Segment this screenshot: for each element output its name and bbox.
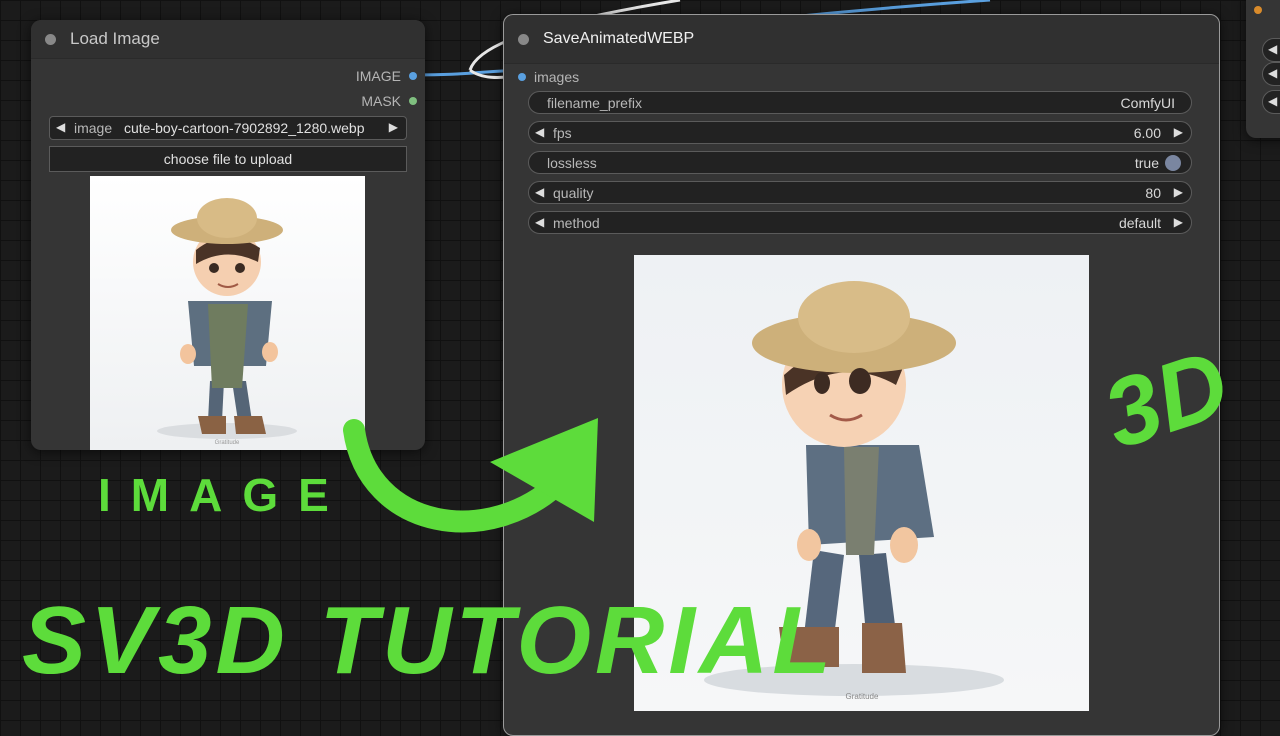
comfyui-canvas[interactable]: { "colors": { "accent_green": "#5ddc3b",… bbox=[0, 0, 1280, 736]
quality-label: quality bbox=[553, 185, 594, 201]
save-node-widgets: filename_prefix ComfyUI ◀ fps 6.00 ▶ los… bbox=[528, 91, 1192, 241]
method-widget[interactable]: ◀ method default ▶ bbox=[528, 211, 1192, 234]
preview-caption-large: Gratitude bbox=[846, 692, 879, 701]
image-output-label: IMAGE bbox=[355, 68, 401, 84]
load-image-node-header[interactable]: Load Image bbox=[31, 20, 425, 59]
fps-value: 6.00 bbox=[1133, 125, 1161, 141]
lossless-value: true bbox=[1134, 155, 1159, 171]
image-output-slot[interactable]: IMAGE bbox=[356, 68, 417, 84]
image-combo-value: cute-boy-cartoon-7902892_1280.webp bbox=[124, 120, 365, 136]
quality-widget[interactable]: ◀ quality 80 ▶ bbox=[528, 181, 1192, 204]
tutorial-title-overlay: SV3D TUTORIAL bbox=[22, 587, 835, 694]
load-image-preview: Gratitude bbox=[90, 176, 365, 450]
save-node-title: SaveAnimatedWEBP bbox=[543, 30, 695, 47]
fps-label: fps bbox=[553, 125, 572, 141]
offscreen-arrow-3-icon[interactable]: ◀ bbox=[1268, 94, 1277, 108]
save-node-collapse-dot[interactable] bbox=[518, 33, 529, 45]
method-next-arrow-icon[interactable]: ▶ bbox=[1174, 215, 1183, 229]
offscreen-node[interactable]: ◀ ◀ ◀ bbox=[1246, 0, 1280, 138]
fps-increase-arrow-icon[interactable]: ▶ bbox=[1174, 125, 1183, 139]
offscreen-widget-3[interactable]: ◀ bbox=[1262, 90, 1280, 114]
fps-decrease-arrow-icon[interactable]: ◀ bbox=[535, 125, 544, 139]
image-combo-label: image bbox=[74, 120, 113, 136]
image-overlay-label: IMAGE bbox=[98, 469, 349, 521]
upload-button-label: choose file to upload bbox=[163, 151, 293, 167]
offscreen-arrow-1-icon[interactable]: ◀ bbox=[1268, 42, 1277, 56]
images-input-label: images bbox=[534, 69, 580, 85]
save-node-header[interactable]: SaveAnimatedWEBP bbox=[504, 15, 1219, 64]
filename-prefix-label: filename_prefix bbox=[547, 95, 642, 111]
image-combo-widget[interactable]: ◀ image cute-boy-cartoon-7902892_1280.we… bbox=[49, 116, 407, 140]
offscreen-arrow-2-icon[interactable]: ◀ bbox=[1268, 66, 1277, 80]
filename-prefix-value: ComfyUI bbox=[1120, 95, 1175, 111]
node-collapse-dot[interactable] bbox=[45, 33, 56, 45]
green-arrow-icon bbox=[343, 418, 598, 533]
method-label: method bbox=[553, 215, 600, 231]
quality-decrease-arrow-icon[interactable]: ◀ bbox=[535, 185, 544, 199]
image-next-arrow-icon[interactable]: ▶ bbox=[389, 120, 398, 134]
fps-widget[interactable]: ◀ fps 6.00 ▶ bbox=[528, 121, 1192, 144]
mask-output-slot[interactable]: MASK bbox=[361, 93, 417, 109]
quality-value: 80 bbox=[1145, 185, 1161, 201]
lossless-toggle[interactable]: lossless true bbox=[528, 151, 1192, 174]
boy-cartoon-image-small: Gratitude bbox=[157, 198, 297, 446]
method-value: default bbox=[1118, 215, 1161, 231]
mask-output-label: MASK bbox=[361, 93, 401, 109]
lossless-label: lossless bbox=[547, 155, 597, 171]
offscreen-widget-1[interactable]: ◀ bbox=[1262, 38, 1280, 62]
images-input-dot[interactable] bbox=[518, 73, 526, 81]
image-prev-arrow-icon[interactable]: ◀ bbox=[56, 120, 65, 134]
upload-button[interactable]: choose file to upload bbox=[49, 146, 407, 172]
load-image-node[interactable]: Load Image IMAGE MASK ◀ image cute-boy-c… bbox=[31, 20, 425, 450]
offscreen-widget-2[interactable]: ◀ bbox=[1262, 62, 1280, 86]
images-input-slot[interactable]: images bbox=[518, 69, 579, 85]
load-image-node-title: Load Image bbox=[70, 29, 160, 48]
offscreen-output-dot[interactable] bbox=[1254, 6, 1262, 14]
lossless-toggle-knob[interactable] bbox=[1165, 155, 1181, 171]
mask-output-dot[interactable] bbox=[409, 97, 417, 105]
quality-increase-arrow-icon[interactable]: ▶ bbox=[1174, 185, 1183, 199]
preview-caption: Gratitude bbox=[215, 440, 240, 446]
image-output-dot[interactable] bbox=[409, 72, 417, 80]
method-prev-arrow-icon[interactable]: ◀ bbox=[535, 215, 544, 229]
filename-prefix-widget[interactable]: filename_prefix ComfyUI bbox=[528, 91, 1192, 114]
